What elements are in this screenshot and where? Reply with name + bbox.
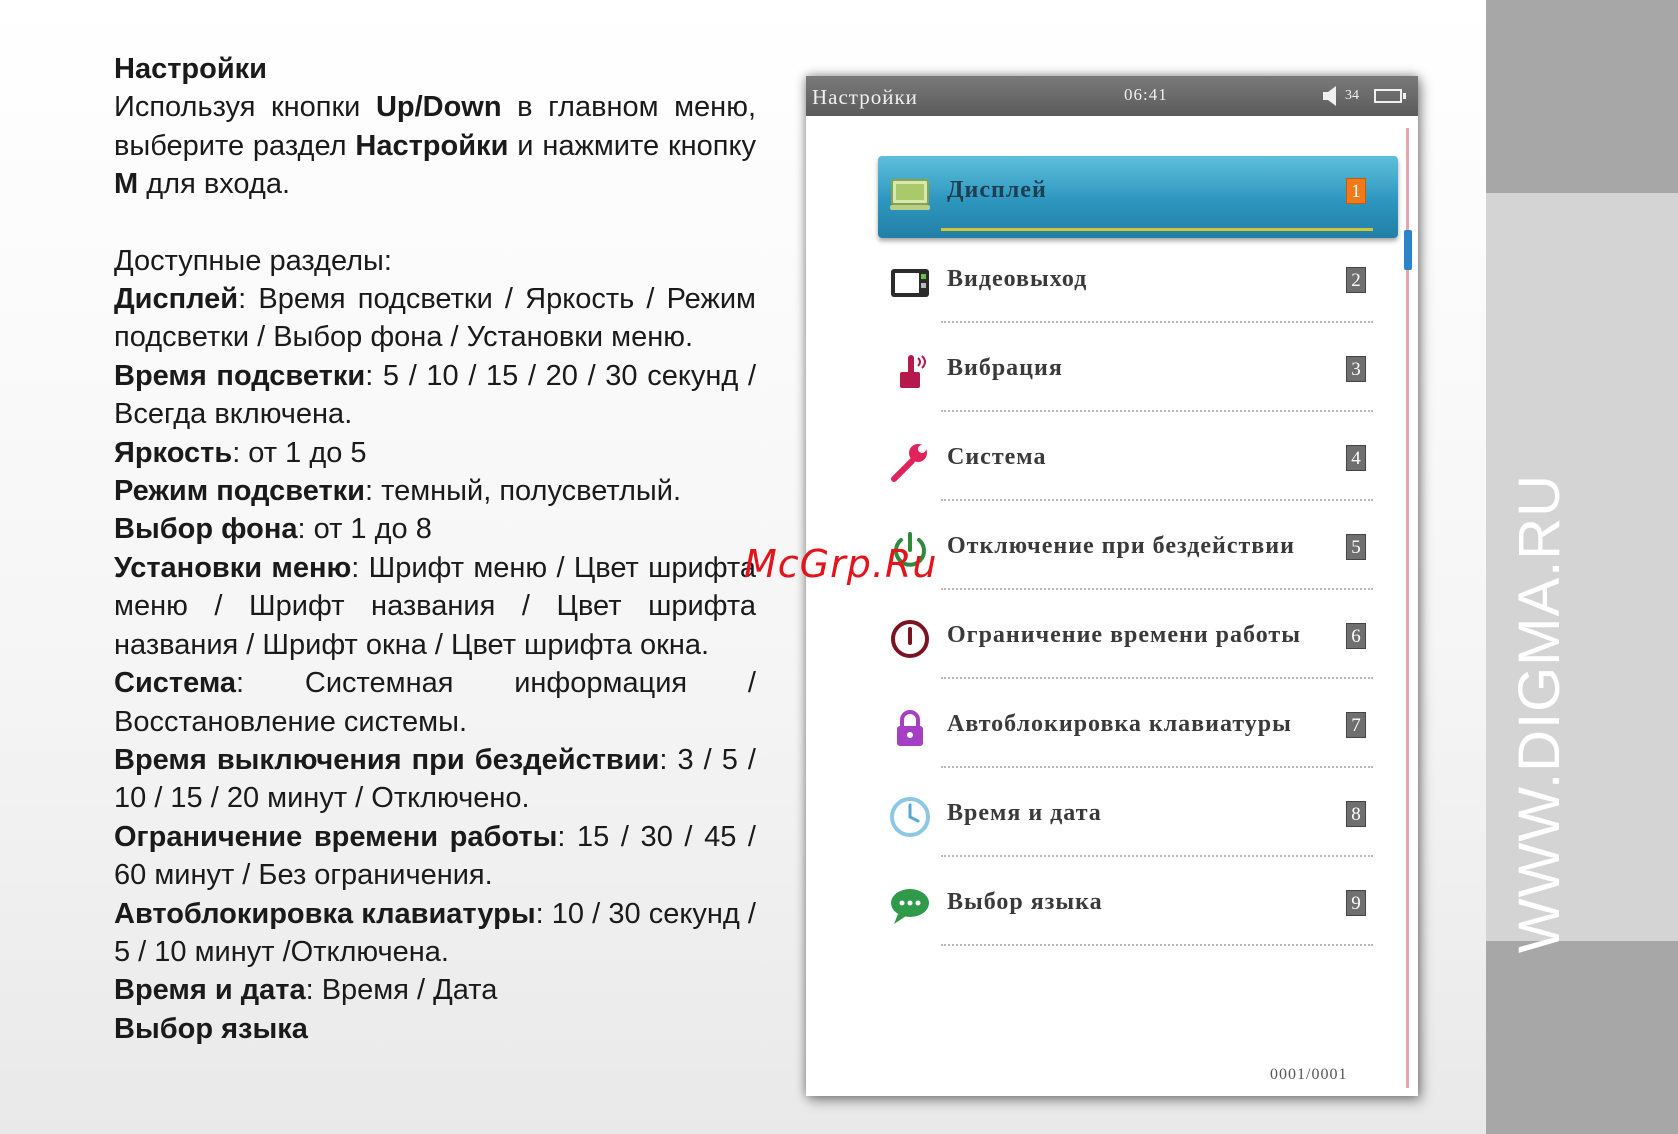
page-indicator: 0001/0001: [1270, 1066, 1348, 1083]
lock-icon: [888, 706, 932, 750]
menu-item-number: 5: [1346, 534, 1366, 560]
device-screen: Настройки 06:41 34 Дисплей 1 Видеовыход …: [806, 76, 1418, 1096]
menu-item-video-out[interactable]: Видеовыход 2: [806, 239, 1418, 328]
menu-item-label: Время и дата: [947, 800, 1102, 826]
watermark: McGrp.Ru: [744, 542, 938, 586]
intro-paragraph: Используя кнопки Up/Down в главном меню,…: [114, 91, 756, 201]
menu-item-number: 6: [1346, 623, 1366, 649]
menu-item-system[interactable]: Система 4: [806, 417, 1418, 506]
menu-item-label: Выбор языка: [947, 889, 1103, 915]
entry-background: Выбор фона: от 1 до 8: [114, 513, 432, 546]
menu-item-number: 4: [1346, 445, 1366, 471]
item-divider: [941, 766, 1373, 768]
menu-item-label: Вибрация: [947, 355, 1063, 381]
item-divider: [941, 499, 1373, 501]
item-divider: [941, 944, 1373, 946]
selection-underline: [941, 228, 1373, 231]
menu-item-number: 8: [1346, 801, 1366, 827]
item-divider: [941, 677, 1373, 679]
site-url-vertical: WWW.DIGMA.RU: [1485, 473, 1595, 952]
menu-item-number: 7: [1346, 712, 1366, 738]
menu-item-time-limit[interactable]: Ограничение времени работы 6: [806, 595, 1418, 684]
entry-display: Дисплей: Время подсветки / Яркость / Реж…: [114, 283, 756, 354]
entry-keylock: Автоблокировка клавиатуры: 10 / 30 секун…: [114, 897, 756, 968]
settings-menu: Дисплей 1 Видеовыход 2 Вибрация 3 Систем…: [806, 76, 1418, 1096]
menu-item-label: Автоблокировка клавиатуры: [947, 711, 1292, 737]
menu-item-label: Система: [947, 444, 1047, 470]
item-divider: [941, 588, 1373, 590]
item-divider: [941, 321, 1373, 323]
menu-item-number: 3: [1346, 356, 1366, 382]
entry-backlight-mode: Режим подсветки: темный, полусветлый.: [114, 475, 682, 508]
menu-item-language[interactable]: Выбор языка 9: [806, 862, 1418, 951]
settings-heading: Настройки: [114, 53, 268, 85]
menu-item-label: Дисплей: [947, 177, 1047, 203]
item-divider: [941, 410, 1373, 412]
site-url-text: WWW.DIGMA.RU: [1507, 473, 1573, 953]
entry-idle-off: Время выключения при бездействии: 3 / 5 …: [114, 743, 756, 815]
menu-item-vibration[interactable]: Вибрация 3: [806, 328, 1418, 417]
clock-icon: [888, 795, 932, 839]
time-limit-icon: [888, 617, 932, 661]
entry-language: Выбор языка: [114, 1012, 308, 1045]
video-out-icon: [888, 261, 932, 305]
chat-icon: [888, 884, 932, 928]
menu-item-number: 1: [1346, 178, 1366, 204]
display-icon: [888, 172, 932, 216]
vibration-icon: [888, 350, 932, 394]
menu-item-time-date[interactable]: Время и дата 8: [806, 773, 1418, 862]
item-divider: [941, 855, 1373, 857]
entry-brightness: Яркость: от 1 до 5: [114, 436, 367, 469]
menu-item-label: Ограничение времени работы: [947, 622, 1301, 648]
strip-bottom-block: [1486, 941, 1678, 1134]
entry-time-limit: Ограничение времени работы: 15 / 30 / 45…: [114, 820, 756, 892]
menu-item-number: 2: [1346, 267, 1366, 293]
entry-time-date: Время и дата: Время / Дата: [114, 974, 498, 1007]
entry-backlight-time: Время подсветки: 5 / 10 / 15 / 20 / 30 с…: [114, 359, 756, 431]
menu-item-keylock[interactable]: Автоблокировка клавиатуры 7: [806, 684, 1418, 773]
entry-menu-settings: Установки меню: Шрифт меню / Цвет шрифта…: [114, 551, 756, 661]
menu-item-number: 9: [1346, 890, 1366, 916]
entry-system: Система: Системная информация / Восстано…: [114, 667, 756, 738]
menu-item-label: Видеовыход: [947, 266, 1088, 292]
instructions-text: Настройки Используя кнопки Up/Down в гла…: [114, 50, 756, 1048]
sections-label: Доступные разделы:: [114, 244, 392, 277]
menu-item-display[interactable]: Дисплей 1: [806, 150, 1418, 239]
wrench-icon: [888, 439, 932, 483]
menu-item-label: Отключение при бездействии: [947, 533, 1295, 559]
strip-top-block: [1486, 0, 1678, 193]
